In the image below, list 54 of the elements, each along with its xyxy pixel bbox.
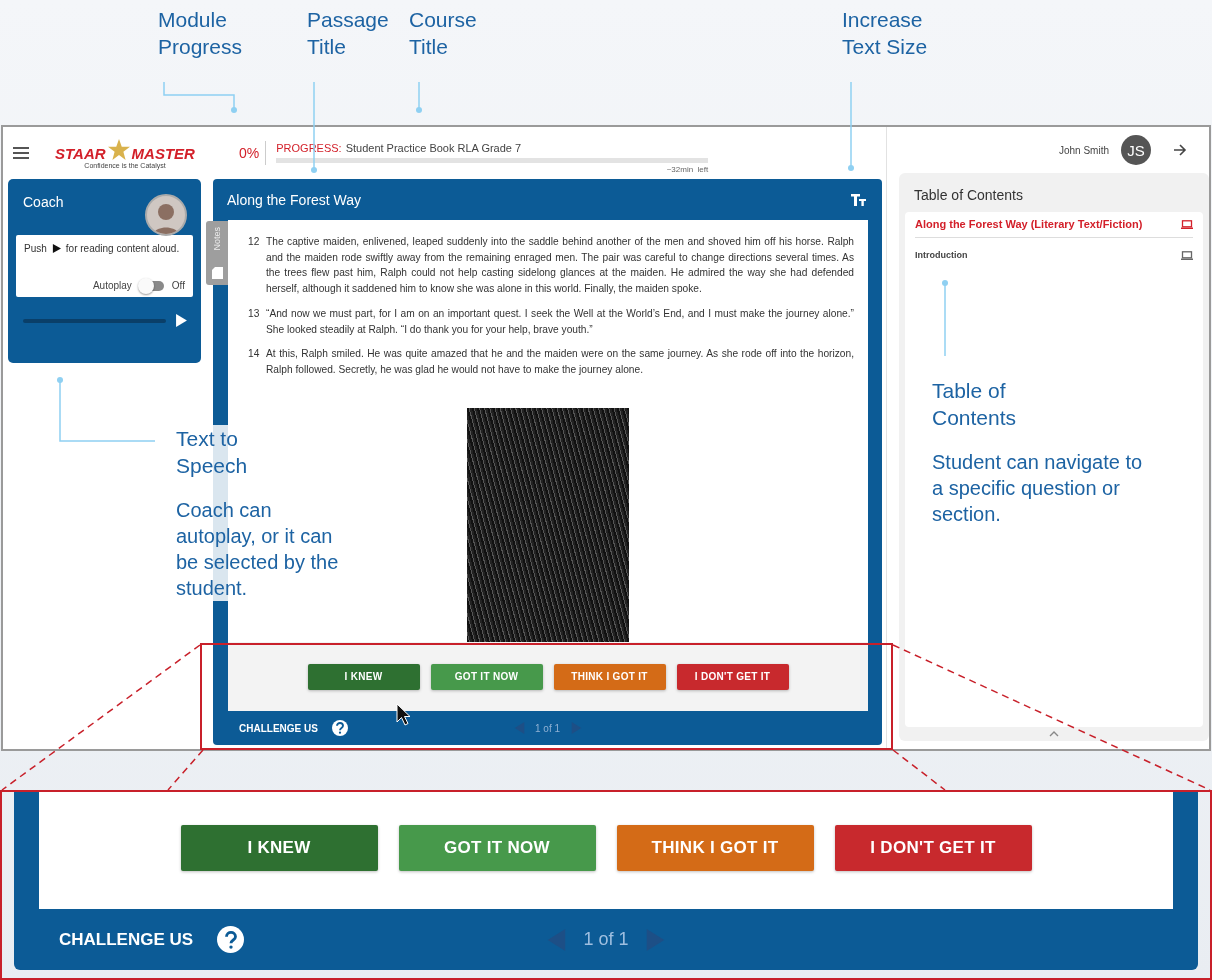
- autoplay-switch[interactable]: [139, 280, 164, 291]
- rating-button[interactable]: THINK I GOT IT: [616, 824, 814, 871]
- challenge-link[interactable]: CHALLENGE US: [59, 929, 194, 950]
- rating-button[interactable]: I KNEW: [307, 663, 420, 690]
- leader-line: [416, 81, 422, 113]
- callout-description: Coach can autoplay, or it can be selected by the student.: [176, 498, 340, 601]
- toc-item[interactable]: Along the Forest Way (Literary Text/Fiction): [915, 212, 1193, 238]
- callout-title: Increase Text Size: [842, 7, 929, 60]
- progress-label: PROGRESS:: [276, 142, 342, 154]
- callout-title: Module Progress: [158, 7, 244, 60]
- paragraph-text: The captive maiden, enlivened, leaped suddenly into the saddle behind another of the men and shoved him off his horse. Ralph and the maiden rode swiftly away from the remaining enraged men. The pair was careful to change directions several times. As the trees flew past him, Ralph could not help casting sidelong glances at the maiden. He admired the way she had defended herself, although it saddened him to know she was alone in this world. Finally, the maiden spoke.: [266, 235, 854, 297]
- chevron-up-icon[interactable]: [1049, 731, 1059, 737]
- laptop-icon: [1181, 250, 1193, 260]
- paragraph-number: 12: [248, 235, 260, 249]
- passage-title: Along the Forest Way: [227, 191, 362, 208]
- message-text: Push: [24, 243, 47, 254]
- callout-title: Table of Contents: [932, 378, 1018, 431]
- callout-title: Text to Speech: [176, 426, 249, 479]
- arrow-right-icon[interactable]: [1173, 143, 1187, 157]
- paragraph-text: At this, Ralph smiled. He was quite amazed that he and the maiden were on the same journey. As she rode off into the horizon, Ralph followed. Secretly, he was glad he would not have to make the journey alone.: [266, 347, 854, 377]
- coach-title: Coach: [23, 194, 64, 210]
- challenge-link[interactable]: CHALLENGE US: [239, 722, 318, 734]
- message-text: for reading content aloud.: [65, 243, 180, 254]
- help-icon[interactable]: [331, 720, 348, 736]
- autoplay-state: Off: [171, 280, 185, 291]
- progress-percent: 0%: [239, 141, 267, 165]
- toc-item[interactable]: Introduction: [915, 238, 1193, 272]
- rating-button[interactable]: I DON'T GET IT: [834, 824, 1032, 871]
- play-icon[interactable]: [176, 314, 187, 327]
- paragraph-text: “And now we must part, for I am on an important quest. I seek the Well at the World’s End, and I must make the journey alone.” She looked steadily at Ralph. “I do thank you for your help, brave youth.”: [266, 306, 854, 337]
- toc-title: Table of Contents: [913, 186, 1024, 205]
- rating-button[interactable]: GOT IT NOW: [398, 824, 596, 871]
- time-left: ~32min left: [666, 165, 709, 174]
- rating-button[interactable]: GOT IT NOW: [430, 663, 543, 690]
- paragraph-number: 13: [248, 306, 260, 321]
- play-icon: [51, 244, 61, 253]
- callout-description: Student can navigate to a specific question or section.: [932, 450, 1144, 527]
- user-name: John Smith: [1058, 144, 1109, 156]
- rating-button[interactable]: THINK I GOT IT: [553, 663, 666, 690]
- course-title: Student Practice Book RLA Grade 7: [345, 142, 522, 154]
- help-icon[interactable]: [217, 926, 245, 953]
- rating-button[interactable]: I KNEW: [180, 824, 378, 871]
- rating-button[interactable]: I DON'T GET IT: [676, 663, 789, 690]
- user-avatar[interactable]: JS: [1121, 135, 1151, 165]
- page-indicator: 1 of 1: [535, 722, 560, 734]
- page-indicator: 1 of 1: [583, 929, 629, 950]
- laptop-icon: [1181, 219, 1193, 229]
- menu-icon[interactable]: [13, 147, 29, 159]
- note-icon: [211, 267, 223, 279]
- callout-title: Passage Title: [307, 7, 390, 60]
- text-size-icon[interactable]: [851, 193, 866, 206]
- autoplay-label: Autoplay: [92, 280, 132, 291]
- paragraph-number: 14: [248, 347, 260, 362]
- callout-title: Course Title: [409, 7, 478, 60]
